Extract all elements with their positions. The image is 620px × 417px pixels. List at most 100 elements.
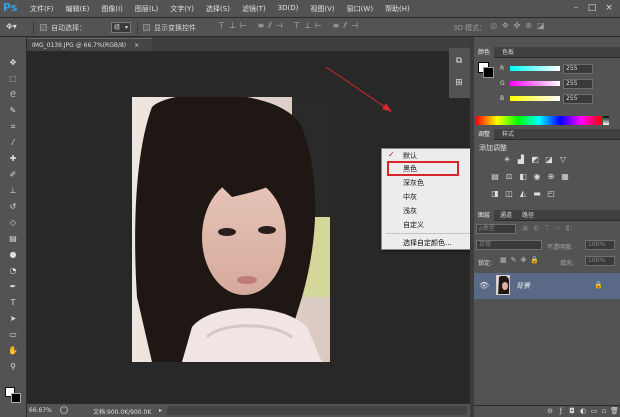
eyedropper-tool-icon[interactable]: ⁄ (6, 137, 20, 149)
crop-tool-icon[interactable]: ⌗ (6, 121, 20, 133)
add-mask-icon[interactable]: ◘ (568, 407, 576, 415)
new-layer-icon[interactable]: ▫ (600, 407, 608, 415)
color-spectrum-ramp[interactable] (476, 116, 602, 125)
close-tab-icon[interactable]: × (134, 42, 139, 49)
channel-r-value[interactable]: 255 (563, 64, 593, 74)
new-group-icon[interactable]: ▭ (590, 407, 598, 415)
tab-color[interactable]: 颜色 (474, 47, 495, 58)
channel-r-slider[interactable] (510, 66, 560, 71)
align-distribute-icons[interactable]: ⊤⊥⊢ ≡⫽⊣ ⊤⊥⊢ ≡⫽⊣ (218, 21, 438, 34)
document-tab[interactable]: IMG_0139.JPG @ 66.7%(RGB/8) × (27, 38, 152, 51)
menu-view[interactable]: 视图(V) (310, 4, 334, 14)
tab-layers[interactable]: 图层 (474, 210, 495, 221)
menu-layer[interactable]: 图层(L) (135, 4, 158, 14)
menu-window[interactable]: 窗口(W) (347, 4, 373, 14)
levels-icon[interactable]: ▟ (516, 155, 526, 164)
menu-filter[interactable]: 滤镜(T) (242, 4, 266, 14)
lock-icons[interactable]: ▦✎✥🔒 (500, 256, 560, 266)
menu-image[interactable]: 图像(I) (101, 4, 123, 14)
tab-paths[interactable]: 路径 (518, 210, 538, 221)
layer-style-icon[interactable]: ƒ (557, 407, 565, 415)
gradient-map-icon[interactable]: ▬ (532, 189, 542, 198)
history-panel-icon[interactable]: ⧉ (453, 56, 465, 68)
fill-field[interactable]: 100% (585, 256, 615, 266)
zoom-level[interactable]: 66.67% (29, 407, 52, 414)
properties-panel-icon[interactable]: ⊞ (453, 78, 465, 90)
layer-filter-icons[interactable]: ▣◐T▭◧ (522, 224, 614, 234)
shape-tool-icon[interactable]: ▭ (6, 329, 20, 341)
show-transform-checkbox[interactable] (143, 24, 150, 31)
channel-b-slider[interactable] (510, 96, 560, 101)
dodge-tool-icon[interactable]: ◔ (6, 265, 20, 277)
brush-tool-icon[interactable]: ✐ (6, 169, 20, 181)
brightness-icon[interactable]: ☀ (502, 155, 512, 164)
layer-kind-filter[interactable]: ρ类型 (476, 224, 516, 234)
hand-tool-icon[interactable]: ✋ (6, 345, 20, 357)
black-white-icon[interactable]: ◧ (518, 172, 528, 181)
menu-edit[interactable]: 编辑(E) (66, 4, 90, 14)
marquee-tool-icon[interactable]: ⬚ (6, 73, 20, 85)
vibrance-icon[interactable]: ▽ (558, 155, 568, 164)
channel-mixer-icon[interactable]: ⊕ (546, 172, 556, 181)
menu-file[interactable]: 文件(F) (30, 4, 54, 14)
blend-mode-dropdown[interactable]: 正常 (476, 240, 542, 250)
threshold-icon[interactable]: ◭ (518, 189, 528, 198)
path-select-icon[interactable]: ➤ (6, 313, 20, 325)
zoom-tool-icon[interactable]: ⚲ (6, 361, 20, 373)
tab-swatches[interactable]: 色板 (498, 47, 518, 58)
auto-select-dropdown[interactable]: 组 ▾ (111, 22, 131, 33)
color-balance-icon[interactable]: ⚖ (504, 172, 514, 181)
menu-type[interactable]: 文字(Y) (170, 4, 194, 14)
color-bg-swatch[interactable] (483, 67, 494, 78)
posterize-icon[interactable]: ◫ (504, 189, 514, 198)
exposure-icon[interactable]: ◪ (544, 155, 554, 164)
color-lookup-icon[interactable]: ▦ (560, 172, 570, 181)
horizontal-scrollbar[interactable] (167, 406, 467, 415)
pen-tool-icon[interactable]: ✒ (6, 281, 20, 293)
opacity-field[interactable]: 100% (585, 240, 615, 250)
layer-thumbnail (496, 275, 510, 295)
clone-stamp-icon[interactable]: ⊥ (6, 185, 20, 197)
maximize-button[interactable]: □ (586, 2, 598, 14)
invert-icon[interactable]: ◨ (490, 189, 500, 198)
hue-saturation-icon[interactable]: ▤ (490, 172, 500, 181)
healing-brush-icon[interactable]: ✚ (6, 153, 20, 165)
new-adjustment-icon[interactable]: ◐ (579, 407, 587, 415)
close-button[interactable]: × (603, 2, 615, 14)
tab-adjustments[interactable]: 调整 (474, 129, 495, 140)
adjustments-panel-tabs: 调整 样式 (474, 129, 620, 140)
menu-3d[interactable]: 3D(D) (278, 4, 299, 14)
type-tool-icon[interactable]: T (6, 297, 20, 309)
background-color-swatch[interactable] (11, 393, 21, 403)
curves-icon[interactable]: ◩ (530, 155, 540, 164)
document-size[interactable]: 文档:900.0K/900.0K (93, 407, 151, 416)
selective-color-icon[interactable]: ◰ (546, 189, 556, 198)
blur-tool-icon[interactable]: ● (6, 249, 20, 261)
status-menu-arrow-icon[interactable]: ▸ (159, 407, 162, 414)
menu-help[interactable]: 帮助(H) (385, 4, 410, 14)
history-brush-icon[interactable]: ↺ (6, 201, 20, 213)
photo-filter-icon[interactable]: ◉ (532, 172, 542, 181)
quick-select-tool-icon[interactable]: ✎ (6, 105, 20, 117)
3d-mode-icons[interactable]: ◎✥✤⊕◪ (490, 21, 580, 34)
lasso-tool-icon[interactable]: ᘓ (6, 89, 20, 101)
eraser-tool-icon[interactable]: ◇ (6, 217, 20, 229)
bw-ramp[interactable] (603, 116, 609, 125)
link-layers-icon[interactable]: ⊝ (546, 407, 554, 415)
move-tool-icon[interactable]: ✥ (6, 57, 20, 69)
channel-g-slider[interactable] (510, 81, 560, 86)
channel-g-value[interactable]: 255 (563, 79, 593, 89)
eye-icon[interactable]: 👁 (479, 281, 489, 290)
tab-channels[interactable]: 通道 (496, 210, 516, 221)
gradient-tool-icon[interactable]: ▤ (6, 233, 20, 245)
layer-name[interactable]: 背景 (516, 281, 530, 291)
delete-layer-icon[interactable]: 🗑 (610, 407, 619, 415)
minimize-button[interactable]: – (570, 2, 582, 14)
move-tool-preset-icon[interactable]: ✥▾ (6, 22, 28, 33)
channel-b-value[interactable]: 255 (563, 94, 593, 104)
tab-styles[interactable]: 样式 (498, 129, 518, 140)
info-icon[interactable] (60, 406, 68, 414)
layer-row-background[interactable]: 👁 背景 🔒 (474, 273, 620, 299)
auto-select-checkbox[interactable] (40, 24, 47, 31)
menu-select[interactable]: 选择(S) (206, 4, 230, 14)
